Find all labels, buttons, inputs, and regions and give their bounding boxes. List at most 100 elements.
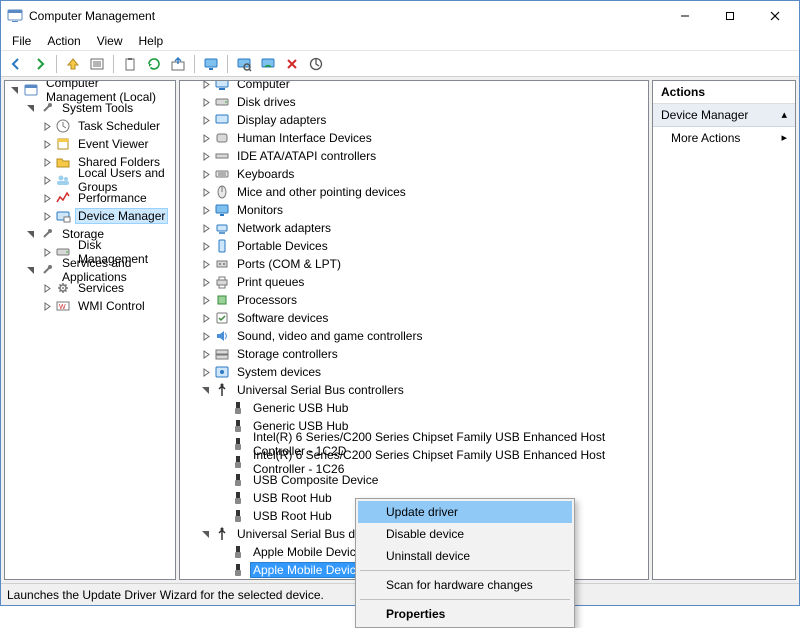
device-category[interactable]: System devices [180, 363, 648, 381]
usb-device-icon [230, 490, 246, 506]
device-category[interactable]: Ports (COM & LPT) [180, 255, 648, 273]
device-category[interactable]: Human Interface Devices [180, 129, 648, 147]
nav-item[interactable]: Event Viewer [5, 135, 175, 153]
expand-icon[interactable] [41, 120, 53, 132]
nav-item[interactable]: WWMI Control [5, 297, 175, 315]
expand-icon[interactable] [41, 156, 53, 168]
expand-icon[interactable] [200, 96, 212, 108]
nav-tree-pane[interactable]: Computer Management (Local)System ToolsT… [4, 80, 176, 580]
device-category[interactable]: Network adapters [180, 219, 648, 237]
window-root: Computer Management FileActionViewHelp C… [0, 0, 800, 606]
nav-item[interactable]: Task Scheduler [5, 117, 175, 135]
ctx-disable-device[interactable]: Disable device [358, 523, 572, 545]
actions-section-label: Device Manager [661, 108, 748, 122]
menu-file[interactable]: File [5, 32, 38, 50]
toolbar-up-button[interactable] [62, 53, 84, 75]
ctx-uninstall-device[interactable]: Uninstall device [358, 545, 572, 567]
toolbar-refresh-button[interactable] [143, 53, 165, 75]
toolbar-delete-button[interactable] [281, 53, 303, 75]
maximize-button[interactable] [707, 1, 752, 31]
minimize-button[interactable] [662, 1, 707, 31]
collapse-icon[interactable] [200, 384, 212, 396]
collapse-icon[interactable] [25, 264, 37, 276]
ctx-properties[interactable]: Properties [358, 603, 572, 625]
toolbar-back-button[interactable] [5, 53, 27, 75]
tree-item-label: Display adapters [234, 112, 329, 128]
actions-title: Actions [653, 81, 795, 104]
mgmt-icon [23, 82, 39, 98]
device-category[interactable]: Software devices [180, 309, 648, 327]
menu-action[interactable]: Action [40, 32, 87, 50]
device-item[interactable]: Generic USB Hub [180, 399, 648, 417]
ctx-update-driver[interactable]: Update driver [358, 501, 572, 523]
device-category[interactable]: Storage controllers [180, 345, 648, 363]
nav-group[interactable]: Services and Applications [5, 261, 175, 279]
expand-icon[interactable] [200, 348, 212, 360]
expand-icon[interactable] [200, 186, 212, 198]
expand-icon[interactable] [200, 330, 212, 342]
sound-icon [214, 328, 230, 344]
device-category[interactable]: Print queues [180, 273, 648, 291]
device-category[interactable]: Computer [180, 80, 648, 93]
toolbar-clipboard-button[interactable] [119, 53, 141, 75]
expand-icon[interactable] [200, 258, 212, 270]
expand-icon[interactable] [200, 204, 212, 216]
device-category[interactable]: Portable Devices [180, 237, 648, 255]
toolbar-find-button[interactable] [233, 53, 255, 75]
toolbar-update-button[interactable] [305, 53, 327, 75]
device-category[interactable]: Disk drives [180, 93, 648, 111]
toolbar-scan-button[interactable] [257, 53, 279, 75]
expand-icon[interactable] [200, 150, 212, 162]
device-item[interactable]: Intel(R) 6 Series/C200 Series Chipset Fa… [180, 453, 648, 471]
cpu-icon [214, 292, 230, 308]
expand-icon[interactable] [200, 366, 212, 378]
tree-item-label: Services [75, 280, 127, 296]
device-category[interactable]: Monitors [180, 201, 648, 219]
device-category[interactable]: Mice and other pointing devices [180, 183, 648, 201]
device-category[interactable]: Keyboards [180, 165, 648, 183]
device-category[interactable]: Processors [180, 291, 648, 309]
expand-icon[interactable] [200, 312, 212, 324]
nav-item[interactable]: Local Users and Groups [5, 171, 175, 189]
collapse-icon[interactable] [25, 228, 37, 240]
expand-icon[interactable] [200, 168, 212, 180]
expand-icon[interactable] [41, 174, 53, 186]
collapse-icon[interactable] [200, 528, 212, 540]
monitor-icon [214, 202, 230, 218]
nav-item[interactable]: Device Manager [5, 207, 175, 225]
toolbar-props-button[interactable] [86, 53, 108, 75]
actions-item-label: More Actions [671, 131, 740, 145]
collapse-icon[interactable] [9, 84, 21, 96]
actions-item-more[interactable]: More Actions ▸ [653, 127, 795, 149]
expand-icon[interactable] [41, 138, 53, 150]
expand-icon[interactable] [41, 246, 53, 258]
toolbar-monitor-button[interactable] [200, 53, 222, 75]
device-category[interactable]: IDE ATA/ATAPI controllers [180, 147, 648, 165]
menu-help[interactable]: Help [132, 32, 171, 50]
actions-section-header[interactable]: Device Manager ▴ [653, 104, 795, 127]
tree-item-label: Print queues [234, 274, 307, 290]
collapse-icon[interactable] [25, 102, 37, 114]
expand-icon[interactable] [41, 300, 53, 312]
menu-view[interactable]: View [90, 32, 130, 50]
device-category[interactable]: Display adapters [180, 111, 648, 129]
expand-icon[interactable] [200, 114, 212, 126]
expand-icon[interactable] [200, 80, 212, 90]
expand-icon[interactable] [200, 132, 212, 144]
expand-icon[interactable] [41, 282, 53, 294]
expand-icon[interactable] [200, 276, 212, 288]
close-button[interactable] [752, 1, 797, 31]
expand-icon[interactable] [200, 294, 212, 306]
expand-icon[interactable] [41, 210, 53, 222]
expand-icon[interactable] [41, 192, 53, 204]
toolbar-forward-button[interactable] [29, 53, 51, 75]
toolbar-export-button[interactable] [167, 53, 189, 75]
tree-item-label: Human Interface Devices [234, 130, 375, 146]
expand-icon[interactable] [200, 240, 212, 252]
nav-root[interactable]: Computer Management (Local) [5, 81, 175, 99]
device-category[interactable]: Universal Serial Bus controllers [180, 381, 648, 399]
expand-icon[interactable] [200, 222, 212, 234]
device-category[interactable]: Sound, video and game controllers [180, 327, 648, 345]
nav-item[interactable]: Performance [5, 189, 175, 207]
ctx-scan-for-hardware-changes[interactable]: Scan for hardware changes [358, 574, 572, 596]
